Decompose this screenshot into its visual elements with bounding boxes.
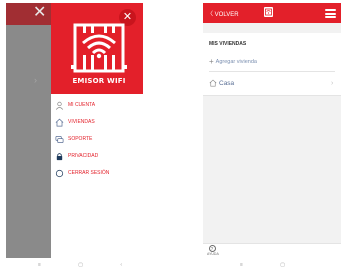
menu-item-label: MI CUENTA bbox=[68, 102, 96, 108]
house-icon bbox=[55, 118, 64, 126]
dimmed-background[interactable]: ✕ › bbox=[6, 3, 51, 258]
drawer-header: ✕ EMISOR WIFI bbox=[51, 3, 143, 94]
help-button[interactable]: ? AYUDA bbox=[207, 245, 219, 256]
bottom-bar: ? AYUDA bbox=[203, 243, 341, 258]
back-button[interactable]: 〈 VOLVER bbox=[207, 9, 239, 18]
menu-item-privacidad[interactable]: PRIVACIDAD bbox=[51, 150, 143, 162]
user-icon bbox=[55, 101, 64, 110]
app-logo-icon bbox=[264, 7, 273, 17]
left-phone-screen: ✕ › ✕ EMISOR WIFI MI CUENTA VIVIENDAS SO… bbox=[6, 3, 143, 258]
logo-text: EMISOR WIFI bbox=[72, 77, 126, 85]
menu-item-mi-cuenta[interactable]: MI CUENTA bbox=[51, 99, 143, 111]
section-title: MIS VIVIENDAS bbox=[209, 41, 247, 47]
menu-item-label: CERRAR SESIÓN bbox=[68, 170, 110, 176]
menu-item-label: VIVIENDAS bbox=[68, 119, 95, 125]
chevron-right-icon: › bbox=[34, 75, 37, 85]
homes-card: MIS VIVIENDAS + Agregar vivienda Casa › bbox=[203, 33, 341, 96]
chat-icon bbox=[55, 135, 64, 143]
app-topbar: 〈 VOLVER bbox=[203, 3, 341, 23]
hamburger-icon[interactable] bbox=[325, 9, 336, 18]
divider bbox=[203, 95, 341, 96]
logout-icon bbox=[55, 169, 64, 177]
android-nav-bar[interactable]: ≡ ▢ ‹ bbox=[240, 262, 341, 268]
menu-item-label: SOPORTE bbox=[68, 136, 93, 142]
plus-icon: + bbox=[209, 57, 214, 66]
menu-item-soporte[interactable]: SOPORTE bbox=[51, 133, 143, 145]
menu-item-cerrar-sesion[interactable]: CERRAR SESIÓN bbox=[51, 167, 143, 179]
radiator-wifi-icon bbox=[71, 23, 127, 73]
home-name: Casa bbox=[219, 79, 235, 87]
house-icon bbox=[209, 79, 217, 87]
right-phone-screen: 〈 VOLVER MIS VIVIENDAS + Agregar viviend… bbox=[203, 3, 341, 258]
drawer-menu: MI CUENTA VIVIENDAS SOPORTE PRIVACIDAD C… bbox=[51, 99, 143, 184]
menu-item-label: PRIVACIDAD bbox=[68, 153, 99, 159]
help-label: AYUDA bbox=[207, 252, 219, 256]
add-home-button[interactable]: + Agregar vivienda bbox=[209, 57, 257, 66]
home-list-item[interactable]: Casa bbox=[209, 79, 234, 87]
navigation-drawer: ✕ EMISOR WIFI MI CUENTA VIVIENDAS SOPORT… bbox=[51, 3, 143, 258]
help-icon: ? bbox=[208, 245, 216, 252]
screenshot-pair: ✕ › ✕ EMISOR WIFI MI CUENTA VIVIENDAS SO… bbox=[0, 0, 341, 268]
close-icon[interactable]: ✕ bbox=[33, 5, 46, 21]
divider bbox=[209, 71, 335, 72]
android-nav-bar[interactable]: ≡ ▢ ‹ bbox=[38, 262, 140, 268]
menu-item-viviendas[interactable]: VIVIENDAS bbox=[51, 116, 143, 128]
add-home-label: Agregar vivienda bbox=[215, 58, 257, 65]
lock-icon bbox=[56, 152, 63, 160]
chevron-right-icon: › bbox=[331, 80, 334, 87]
emisor-wifi-logo: EMISOR WIFI bbox=[65, 19, 133, 89]
